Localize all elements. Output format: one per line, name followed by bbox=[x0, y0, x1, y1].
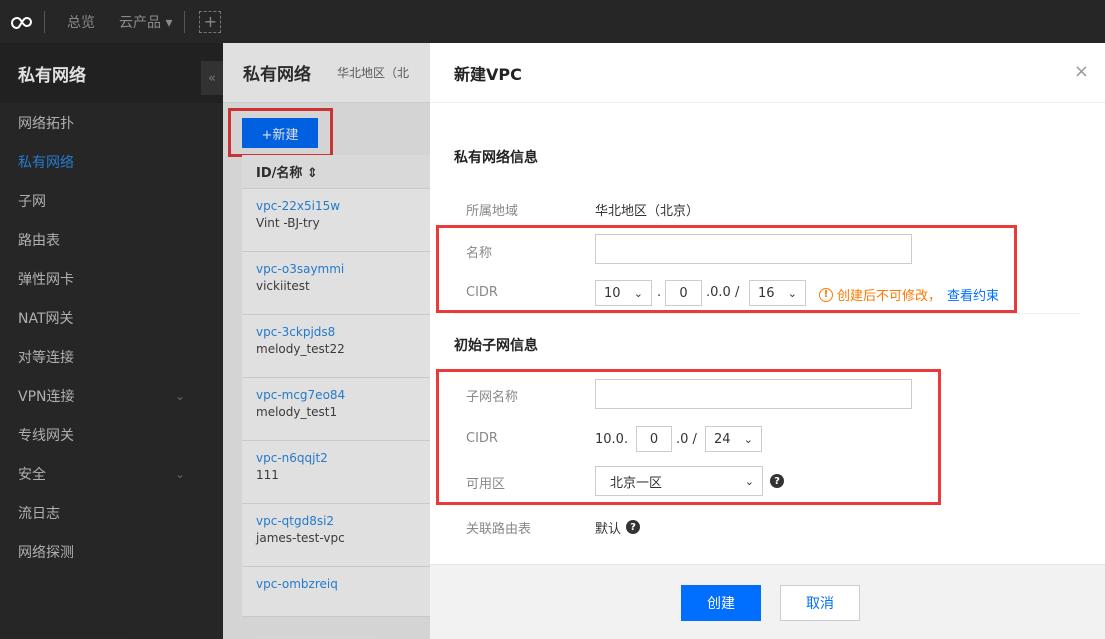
cidr-suffix: .0.0 / bbox=[706, 285, 740, 300]
help-icon[interactable]: ? bbox=[626, 520, 640, 534]
modal-backdrop[interactable] bbox=[0, 43, 430, 639]
nav-products-menu[interactable]: 云产品 ▾ bbox=[107, 12, 184, 32]
cloud-logo-icon[interactable] bbox=[0, 0, 44, 43]
dialog-header: 新建VPC × bbox=[430, 43, 1105, 103]
cidr-first-octet-select[interactable]: 10 ⌄ bbox=[595, 280, 652, 306]
subnet-cidr-label: CIDR bbox=[466, 431, 498, 446]
select-value: 16 bbox=[758, 285, 775, 301]
warning-icon: ! bbox=[819, 287, 833, 302]
view-constraints-link[interactable]: 查看约束 bbox=[947, 285, 999, 304]
name-label: 名称 bbox=[466, 246, 493, 261]
route-table-value: 默认 bbox=[595, 522, 622, 537]
region-value: 华北地区（北京） bbox=[595, 204, 700, 219]
section-divider bbox=[454, 313, 1080, 314]
vpc-info-section-title: 私有网络信息 bbox=[454, 150, 538, 166]
chevron-down-icon: ⌄ bbox=[787, 286, 797, 300]
subnet-name-input[interactable] bbox=[595, 379, 912, 409]
region-label: 所属地域 bbox=[466, 204, 519, 219]
close-icon[interactable]: × bbox=[1074, 61, 1089, 82]
add-shortcut-icon[interactable]: + bbox=[199, 10, 222, 33]
nav-overview[interactable]: 总览 bbox=[55, 12, 107, 32]
cidr-mask-select[interactable]: 16 ⌄ bbox=[749, 280, 806, 306]
cidr-dot: . bbox=[657, 285, 662, 300]
subnet-cidr-prefix: 10.0. bbox=[595, 432, 629, 447]
warning-text: 创建后不可修改， bbox=[837, 289, 942, 304]
new-vpc-dialog: 新建VPC × 私有网络信息 所属地域 华北地区（北京） 名称 CIDR 10 … bbox=[430, 43, 1105, 639]
zone-select[interactable]: 北京一区 ⌄ bbox=[595, 466, 763, 496]
dialog-title: 新建VPC bbox=[454, 64, 522, 84]
subnet-name-label: 子网名称 bbox=[466, 390, 519, 405]
create-button[interactable]: 创建 bbox=[681, 585, 761, 621]
topbar-divider bbox=[44, 10, 45, 33]
subnet-cidr-suffix: .0 / bbox=[676, 432, 697, 447]
route-table-label: 关联路由表 bbox=[466, 522, 532, 537]
cidr-second-octet-input[interactable]: 0 bbox=[665, 280, 702, 306]
top-bar: 总览 云产品 ▾ + bbox=[0, 0, 1105, 43]
select-value: 10 bbox=[604, 285, 621, 301]
chevron-down-icon: ⌄ bbox=[744, 474, 754, 488]
chevron-down-icon: ⌄ bbox=[743, 432, 753, 446]
select-value: 北京一区 bbox=[610, 475, 663, 491]
cancel-button[interactable]: 取消 bbox=[780, 585, 860, 621]
subnet-mask-select[interactable]: 24 ⌄ bbox=[705, 426, 762, 452]
subnet-cidr-third-octet-input[interactable]: 0 bbox=[636, 426, 672, 452]
subnet-info-section-title: 初始子网信息 bbox=[454, 338, 538, 354]
topbar-divider bbox=[184, 10, 186, 33]
cidr-label: CIDR bbox=[466, 285, 498, 300]
vpc-name-input[interactable] bbox=[595, 234, 912, 264]
chevron-down-icon: ⌄ bbox=[633, 286, 643, 300]
select-value: 24 bbox=[714, 431, 731, 447]
zone-label: 可用区 bbox=[466, 477, 506, 492]
dialog-footer: 创建 取消 bbox=[430, 564, 1105, 639]
cidr-warning: ! 创建后不可修改， 查看约束 bbox=[819, 285, 999, 304]
help-icon[interactable]: ? bbox=[770, 474, 784, 488]
